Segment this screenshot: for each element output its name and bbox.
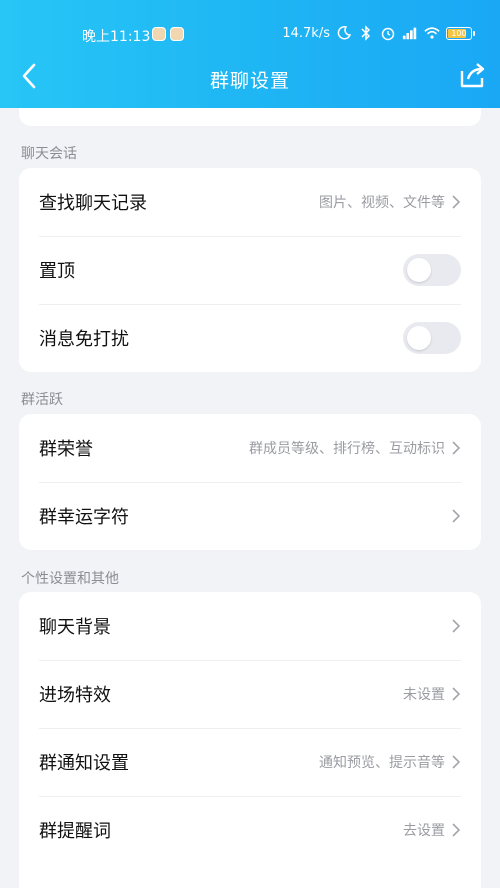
group-reminder-words-value: 去设置 <box>403 823 445 839</box>
battery-level: 100 <box>451 28 467 38</box>
find-chat-history-hint: 图片、视频、文件等 <box>319 195 445 211</box>
chevron-right-icon <box>451 195 461 209</box>
header-background: 晚上11:13 14.7k/s 100 群聊设置 <box>0 0 500 108</box>
chevron-right-icon <box>451 509 461 523</box>
notification-app-icon <box>152 27 166 41</box>
battery-icon: 100 <box>446 26 475 40</box>
entry-effect-value: 未设置 <box>403 687 445 703</box>
status-app-icons <box>152 27 184 41</box>
pin-chat-toggle[interactable] <box>403 254 461 286</box>
do-not-disturb-label: 消息免打扰 <box>39 329 129 350</box>
toggle-knob <box>407 326 431 350</box>
signal-icon <box>402 25 418 41</box>
chat-background-row[interactable]: 聊天背景 <box>19 592 481 660</box>
page-title: 群聊设置 <box>209 70 290 92</box>
group-reminder-words-label: 群提醒词 <box>39 821 111 842</box>
chat-background-label: 聊天背景 <box>39 617 111 638</box>
pin-chat-row: 置顶 <box>19 236 481 304</box>
notification-app-icon <box>170 27 184 41</box>
group-activity-card: 群荣誉 群成员等级、排行榜、互动标识 群幸运字符 <box>19 414 481 550</box>
group-honor-label: 群荣誉 <box>39 439 93 460</box>
personal-settings-card: 聊天背景 进场特效 未设置 群通知设置 通知预览、提示音等 群提醒词 去设置 <box>19 592 481 888</box>
group-lucky-char-row[interactable]: 群幸运字符 <box>19 482 481 550</box>
find-chat-history-row[interactable]: 查找聊天记录 图片、视频、文件等 <box>19 168 481 236</box>
wifi-icon <box>424 25 440 41</box>
section-title-group-activity: 群活跃 <box>21 392 63 408</box>
entry-effect-label: 进场特效 <box>39 685 111 706</box>
chevron-right-icon <box>451 687 461 701</box>
status-indicators: 14.7k/s 100 <box>282 25 475 41</box>
chevron-right-icon <box>451 755 461 769</box>
bluetooth-icon <box>358 25 374 41</box>
entry-effect-row[interactable]: 进场特效 未设置 <box>19 660 481 728</box>
chat-session-card: 查找聊天记录 图片、视频、文件等 置顶 消息免打扰 <box>19 168 481 372</box>
moon-icon <box>336 25 352 41</box>
do-not-disturb-row: 消息免打扰 <box>19 304 481 372</box>
group-honor-hint: 群成员等级、排行榜、互动标识 <box>249 441 445 457</box>
network-speed: 14.7k/s <box>282 25 330 41</box>
toggle-knob <box>407 258 431 282</box>
chevron-right-icon <box>451 619 461 633</box>
share-icon <box>458 63 486 93</box>
status-time: 晚上11:13 <box>82 29 151 45</box>
section-title-personal: 个性设置和其他 <box>21 571 119 587</box>
find-chat-history-label: 查找聊天记录 <box>39 193 147 214</box>
group-notify-settings-hint: 通知预览、提示音等 <box>319 755 445 771</box>
group-lucky-char-label: 群幸运字符 <box>39 507 129 528</box>
group-honor-row[interactable]: 群荣誉 群成员等级、排行榜、互动标识 <box>19 414 481 482</box>
chevron-right-icon <box>451 823 461 837</box>
do-not-disturb-toggle[interactable] <box>403 322 461 354</box>
group-reminder-words-row[interactable]: 群提醒词 去设置 <box>19 796 481 864</box>
navigation-bar: 群聊设置 <box>0 56 500 100</box>
status-bar: 晚上11:13 14.7k/s 100 <box>0 22 500 50</box>
previous-card <box>19 108 481 126</box>
group-notify-settings-label: 群通知设置 <box>39 753 129 774</box>
pin-chat-label: 置顶 <box>39 261 75 282</box>
group-notify-settings-row[interactable]: 群通知设置 通知预览、提示音等 <box>19 728 481 796</box>
share-button[interactable] <box>456 62 488 94</box>
section-title-chat-session: 聊天会话 <box>21 146 77 162</box>
alarm-icon <box>380 25 396 41</box>
chevron-right-icon <box>451 441 461 455</box>
